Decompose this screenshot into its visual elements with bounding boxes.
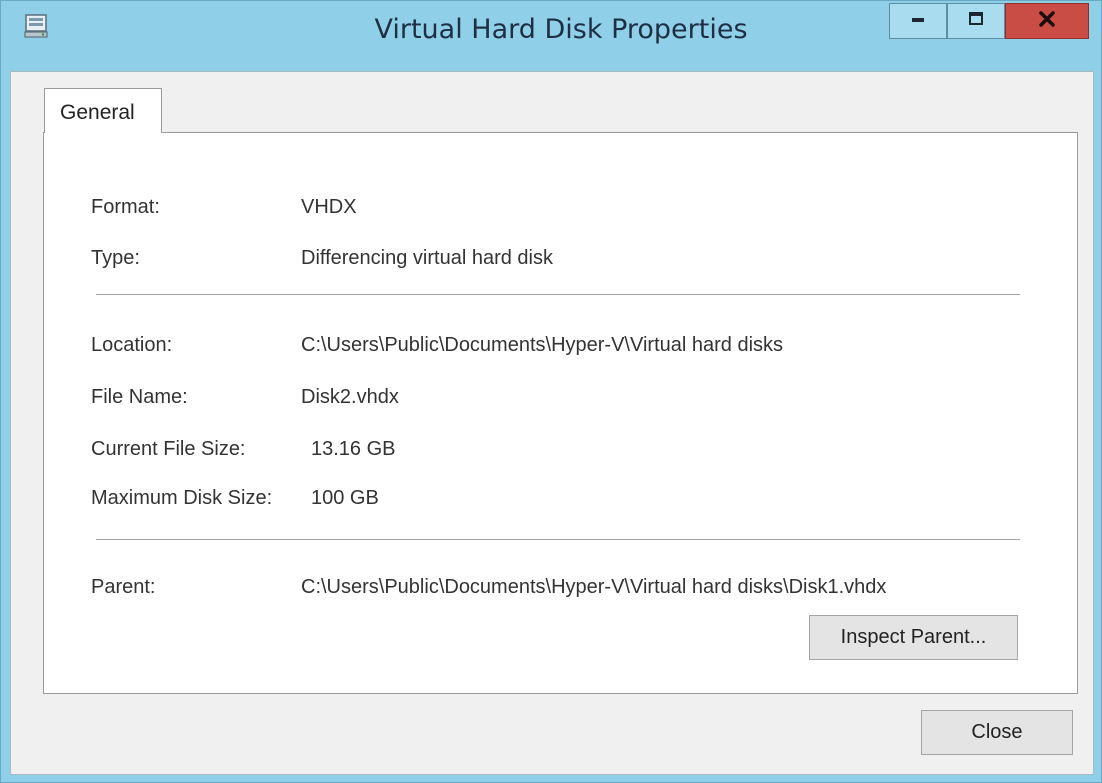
current-size-row: Current File Size: 13.16 GB	[44, 438, 1077, 468]
location-row: Location: C:\Users\Public\Documents\Hype…	[44, 334, 1077, 364]
format-value: VHDX	[301, 196, 357, 218]
dialog-client-area: General Format: VHDX Type: Differencing …	[10, 71, 1094, 775]
max-size-value: 100 GB	[311, 487, 379, 509]
max-size-row: Maximum Disk Size: 100 GB	[44, 487, 1077, 517]
format-row: Format: VHDX	[44, 196, 1077, 226]
file-name-label: File Name:	[91, 386, 188, 408]
general-tab-panel: Format: VHDX Type: Differencing virtual …	[43, 132, 1078, 694]
current-size-label: Current File Size:	[91, 438, 246, 460]
inspect-parent-button[interactable]: Inspect Parent...	[809, 615, 1018, 660]
format-label: Format:	[91, 196, 160, 218]
maximize-icon	[966, 9, 986, 33]
file-name-row: File Name: Disk2.vhdx	[44, 386, 1077, 416]
parent-value: C:\Users\Public\Documents\Hyper-V\Virtua…	[301, 576, 887, 598]
tab-general[interactable]: General	[44, 88, 162, 133]
type-row: Type: Differencing virtual hard disk	[44, 247, 1077, 277]
parent-row: Parent: C:\Users\Public\Documents\Hyper-…	[44, 576, 1077, 606]
type-value: Differencing virtual hard disk	[301, 247, 553, 269]
parent-label: Parent:	[91, 576, 156, 598]
minimize-button[interactable]	[889, 3, 947, 39]
location-value: C:\Users\Public\Documents\Hyper-V\Virtua…	[301, 334, 784, 356]
current-size-value: 13.16 GB	[311, 438, 396, 460]
properties-window: Virtual Hard Disk Properties General For…	[0, 0, 1102, 783]
file-name-value: Disk2.vhdx	[301, 386, 399, 408]
separator	[96, 539, 1020, 541]
type-label: Type:	[91, 247, 140, 269]
location-label: Location:	[91, 334, 173, 356]
close-button[interactable]: Close	[921, 710, 1073, 755]
minimize-icon	[908, 9, 928, 33]
max-size-label: Maximum Disk Size:	[91, 487, 273, 509]
close-icon	[1036, 8, 1058, 34]
separator	[96, 294, 1020, 296]
maximize-button[interactable]	[947, 3, 1005, 39]
title-bar[interactable]: Virtual Hard Disk Properties	[1, 1, 1101, 71]
close-window-button[interactable]	[1005, 3, 1089, 39]
